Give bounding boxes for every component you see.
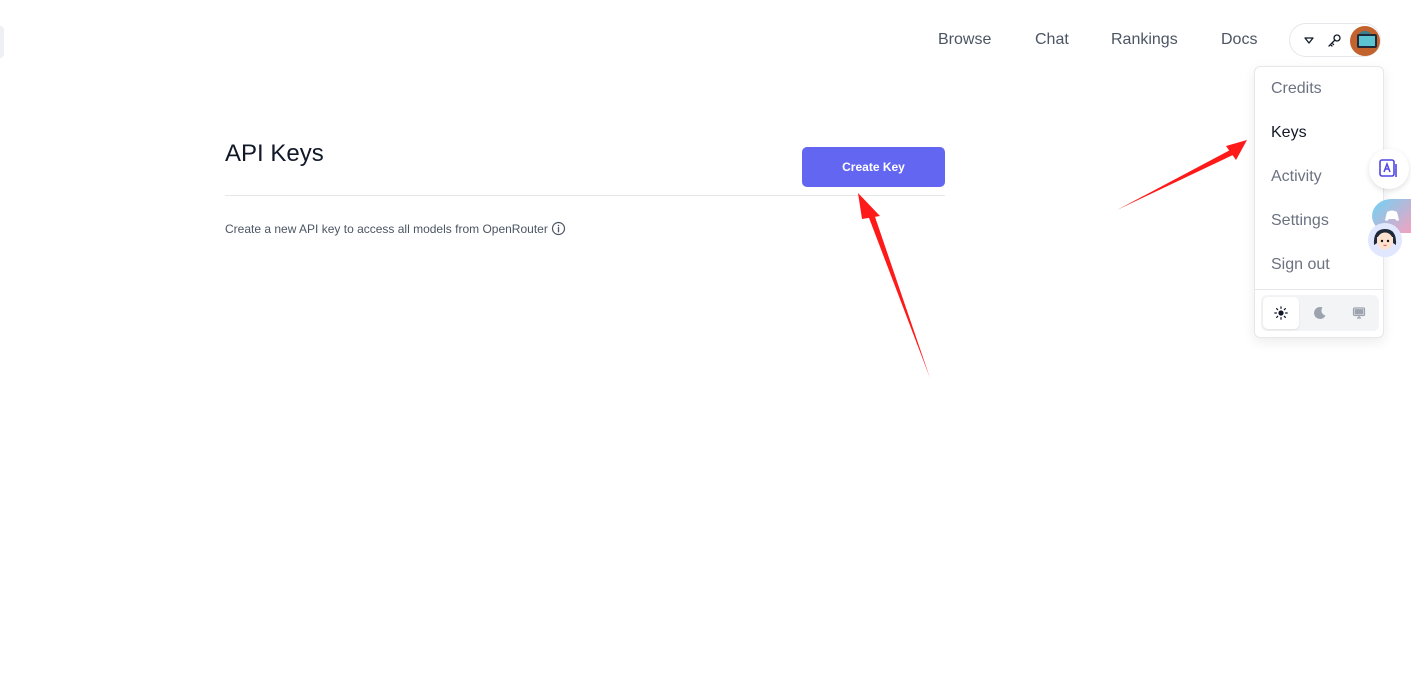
moon-icon	[1314, 306, 1326, 319]
translate-widget[interactable]	[1369, 149, 1409, 189]
gamepad-icon	[1384, 210, 1399, 221]
menu-item-credits[interactable]: Credits	[1271, 80, 1322, 98]
annotation-arrows	[858, 140, 1247, 378]
theme-switcher	[1261, 295, 1379, 331]
nav-rankings[interactable]: Rankings	[1111, 31, 1178, 49]
create-key-button[interactable]: Create Key	[802, 147, 945, 187]
chevron-down-icon	[1304, 37, 1314, 44]
assistant-avatar-widget[interactable]	[1368, 223, 1402, 257]
top-nav: Browse Chat Rankings Docs	[0, 0, 1411, 82]
avatar[interactable]	[1350, 26, 1380, 56]
menu-item-settings[interactable]: Settings	[1271, 212, 1329, 230]
key-icon	[1328, 34, 1341, 47]
menu-item-sign-out[interactable]: Sign out	[1271, 256, 1330, 274]
menu-item-activity[interactable]: Activity	[1271, 168, 1322, 186]
menu-divider	[1255, 289, 1383, 290]
info-icon[interactable]	[551, 221, 566, 236]
theme-system-button[interactable]	[1341, 297, 1377, 329]
sun-icon	[1274, 306, 1288, 320]
monitor-icon	[1352, 307, 1366, 319]
nav-browse[interactable]: Browse	[938, 31, 991, 49]
page-title: API Keys	[225, 140, 324, 167]
page-description: Create a new API key to access all model…	[225, 222, 548, 236]
nav-docs[interactable]: Docs	[1221, 31, 1257, 49]
title-divider	[225, 195, 945, 196]
user-menu-button[interactable]	[1289, 23, 1381, 57]
assistant-avatar	[1368, 223, 1402, 257]
annotation-arrow-keys	[1117, 140, 1247, 210]
theme-light-button[interactable]	[1263, 297, 1299, 329]
user-dropdown-menu: Credits Keys Activity Settings Sign out	[1254, 66, 1384, 338]
nav-chat[interactable]: Chat	[1035, 31, 1069, 49]
menu-item-keys[interactable]: Keys	[1271, 124, 1307, 142]
theme-dark-button[interactable]	[1302, 297, 1338, 329]
annotation-arrow-create-key	[858, 193, 930, 378]
translate-icon	[1379, 159, 1397, 177]
